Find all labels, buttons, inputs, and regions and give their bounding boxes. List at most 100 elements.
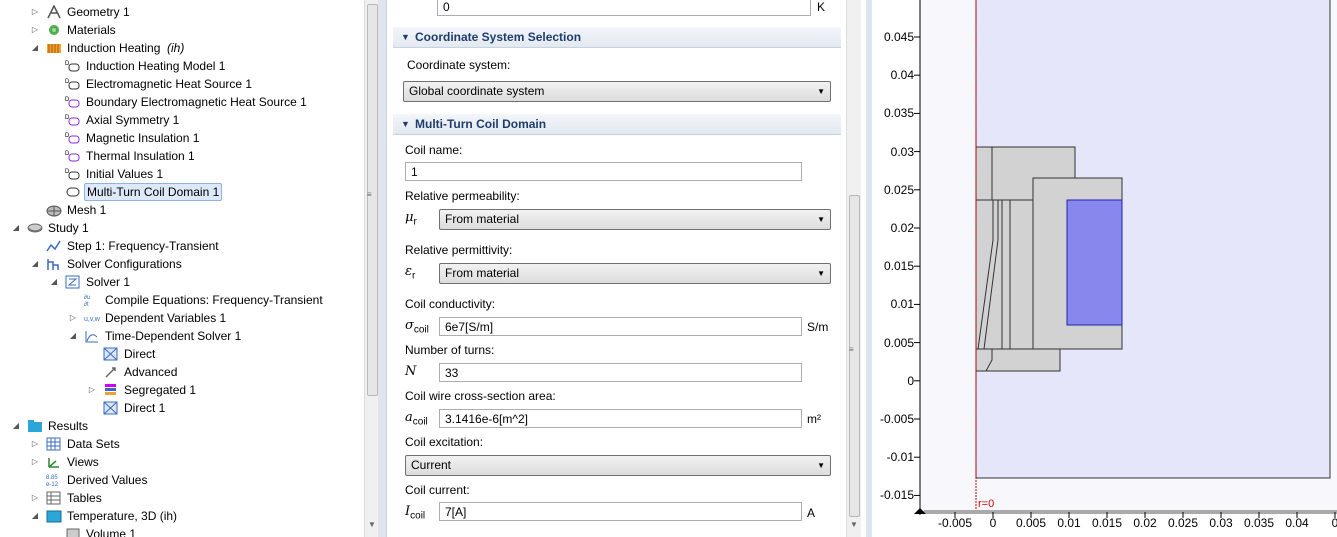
tree-node-label: Mesh 1 (67, 203, 107, 217)
coordinate-system-section-header[interactable]: ▼ Coordinate System Selection (393, 27, 841, 48)
expand-arrow-icon[interactable]: ▷ (30, 21, 40, 39)
coil-name-label: Coil name: (405, 143, 463, 157)
data-sets-icon (46, 437, 61, 451)
coil-domain-icon (66, 187, 80, 197)
tree-node[interactable]: D Boundary Electromagnetic Heat Source 1 (0, 93, 362, 111)
tree-scrollbar-thumb[interactable] (367, 4, 378, 396)
tree-node[interactable]: D Electromagnetic Heat Source 1 (0, 75, 362, 93)
direct-icon (103, 347, 118, 361)
number-of-turns-field[interactable]: 33 (439, 363, 802, 382)
collapse-triangle-icon: ▼ (401, 32, 410, 42)
tree-node[interactable]: Mesh 1 (0, 201, 362, 219)
tree-node[interactable]: Direct 1 (0, 399, 362, 417)
settings-scrollbar[interactable]: ≡ ▼ (846, 0, 861, 537)
coil-wire-area-field[interactable]: 3.1416e-6[m^2] (439, 409, 802, 428)
panel-divider[interactable] (378, 0, 386, 537)
settings-scrollbar-thumb[interactable] (849, 195, 860, 517)
relative-permittivity-label: Relative permittivity: (405, 243, 513, 257)
y-tick-label: 0.02 (890, 221, 914, 235)
collapse-arrow-icon[interactable]: ◢ (49, 273, 59, 291)
y-tick-label: 0.03 (890, 144, 914, 159)
geometry-canvas[interactable]: r=0 (872, 0, 1337, 537)
x-tick-label: 0.03 (1209, 516, 1233, 530)
sigma-symbol: σcoil (405, 318, 429, 336)
time-dependent-solver-icon (85, 331, 98, 343)
svg-text:8.85: 8.85 (46, 475, 58, 481)
views-icon (48, 458, 59, 468)
tree-node[interactable]: Direct (0, 345, 362, 363)
y-tick-label: 0.015 (883, 259, 914, 274)
expand-arrow-icon[interactable]: ▷ (30, 3, 40, 21)
x-tick-label: 0.02 (1133, 516, 1157, 530)
y-tick-label: -0.01 (886, 450, 914, 465)
tree-node[interactable]: ◢ Time-Dependent Solver 1 (0, 327, 362, 345)
coil-conductivity-unit: S/m (807, 320, 829, 334)
coil-excitation-select[interactable]: Current ▼ (405, 455, 831, 476)
relative-permeability-select[interactable]: From material ▼ (439, 209, 831, 230)
coil-domain[interactable] (1066, 199, 1123, 326)
coordinate-system-select[interactable]: Global coordinate system ▼ (403, 81, 831, 102)
solver-icon (65, 275, 80, 289)
tree-node[interactable]: ▷ Materials (0, 21, 362, 39)
y-tick-label: 0.045 (883, 30, 914, 44)
collapse-arrow-icon[interactable]: ◢ (30, 255, 40, 273)
tree-node[interactable]: ▷ Data Sets (0, 435, 362, 453)
study-step-icon (46, 240, 61, 252)
expand-arrow-icon[interactable]: ▷ (30, 435, 40, 453)
tree-node-label: Magnetic Insulation 1 (86, 131, 200, 145)
collapse-arrow-icon[interactable]: ◢ (11, 417, 21, 435)
tree-node[interactable]: ◢ Study 1 (0, 219, 362, 237)
tree-node[interactable]: ▷ Views (0, 453, 362, 471)
collapse-arrow-icon[interactable]: ◢ (68, 327, 78, 345)
tree-node-label: Advanced (124, 365, 178, 379)
tree-node-label: Thermal Insulation 1 (86, 149, 195, 163)
derived-values-icon: 8.85e-12 (46, 475, 59, 487)
tree-node-label: Solver Configurations (67, 257, 182, 271)
collapse-arrow-icon[interactable]: ◢ (30, 507, 40, 525)
tree-node[interactable]: ◢ Induction Heating (ih) (0, 39, 362, 57)
tree-node[interactable]: Step 1: Frequency-Transient (0, 237, 362, 255)
coil-name-field[interactable]: 1 (405, 162, 802, 181)
collapse-arrow-icon[interactable]: ◢ (11, 219, 21, 237)
y-tick-label: -0.005 (879, 412, 914, 426)
tree-node[interactable]: ∂u ∂t Compile Equations: Frequency-Transie… (0, 291, 362, 309)
tree-node[interactable]: Multi-Turn Coil Domain 1 (0, 183, 362, 201)
coil-current-label: Coil current: (405, 483, 470, 497)
expand-arrow-icon[interactable]: ▷ (30, 489, 40, 507)
coil-conductivity-field[interactable]: 6e7[S/m] (439, 317, 802, 336)
scroll-down-arrow-icon[interactable]: ▼ (850, 520, 858, 529)
tree-node[interactable]: ◢ Results (0, 417, 362, 435)
scroll-down-arrow-icon[interactable]: ▼ (368, 520, 376, 529)
multi-turn-coil-section-header[interactable]: ▼ Multi-Turn Coil Domain (393, 114, 841, 135)
relative-permittivity-select[interactable]: From material ▼ (439, 263, 831, 284)
collapse-arrow-icon[interactable]: ◢ (30, 39, 40, 57)
coil-current-field[interactable]: 7[A] (439, 502, 802, 521)
tree-node[interactable]: ◢ Solver 1 (0, 273, 362, 291)
tree-node-label: Derived Values (67, 473, 148, 487)
tree-node-label: Materials (67, 23, 116, 37)
tree-scrollbar[interactable]: ≡ ▼ (364, 0, 379, 537)
expand-arrow-icon[interactable]: ▷ (87, 381, 97, 399)
tree-node[interactable]: D Induction Heating Model 1 (0, 57, 362, 75)
tree-node[interactable]: D Magnetic Insulation 1 (0, 129, 362, 147)
tree-node[interactable]: ▷ Segregated 1 (0, 381, 362, 399)
domain-feature-icon: D (65, 169, 80, 180)
tree-node[interactable]: ▷ Geometry 1 (0, 3, 362, 21)
tree-node[interactable]: D Initial Values 1 (0, 165, 362, 183)
tree-node[interactable]: D Thermal Insulation 1 (0, 147, 362, 165)
tree-node[interactable]: Volume 1 (0, 525, 362, 537)
tree-node[interactable]: ◢ Solver Configurations (0, 255, 362, 273)
tree-node[interactable]: 8.85 e-12 Derived Values (0, 471, 362, 489)
expand-arrow-icon[interactable]: ▷ (68, 309, 78, 327)
tree-node[interactable]: ▷ u,v,w Dependent Variables 1 (0, 309, 362, 327)
tree-node[interactable]: D Axial Symmetry 1 (0, 111, 362, 129)
expand-arrow-icon[interactable]: ▷ (30, 453, 40, 471)
tree-node[interactable]: Advanced (0, 363, 362, 381)
tree-node[interactable]: ◢ Temperature, 3D (ih) (0, 507, 362, 525)
tree-node[interactable]: ▷ Tables (0, 489, 362, 507)
top-value-field[interactable]: 0 (437, 0, 811, 16)
tables-icon (46, 491, 61, 505)
tree-node-label: Solver 1 (86, 275, 131, 289)
results-icon (28, 420, 42, 432)
graphics-window[interactable]: r=0 0.045 0.04 0.035 0.03 0.025 0.02 0.015 0.01… (872, 0, 1337, 537)
